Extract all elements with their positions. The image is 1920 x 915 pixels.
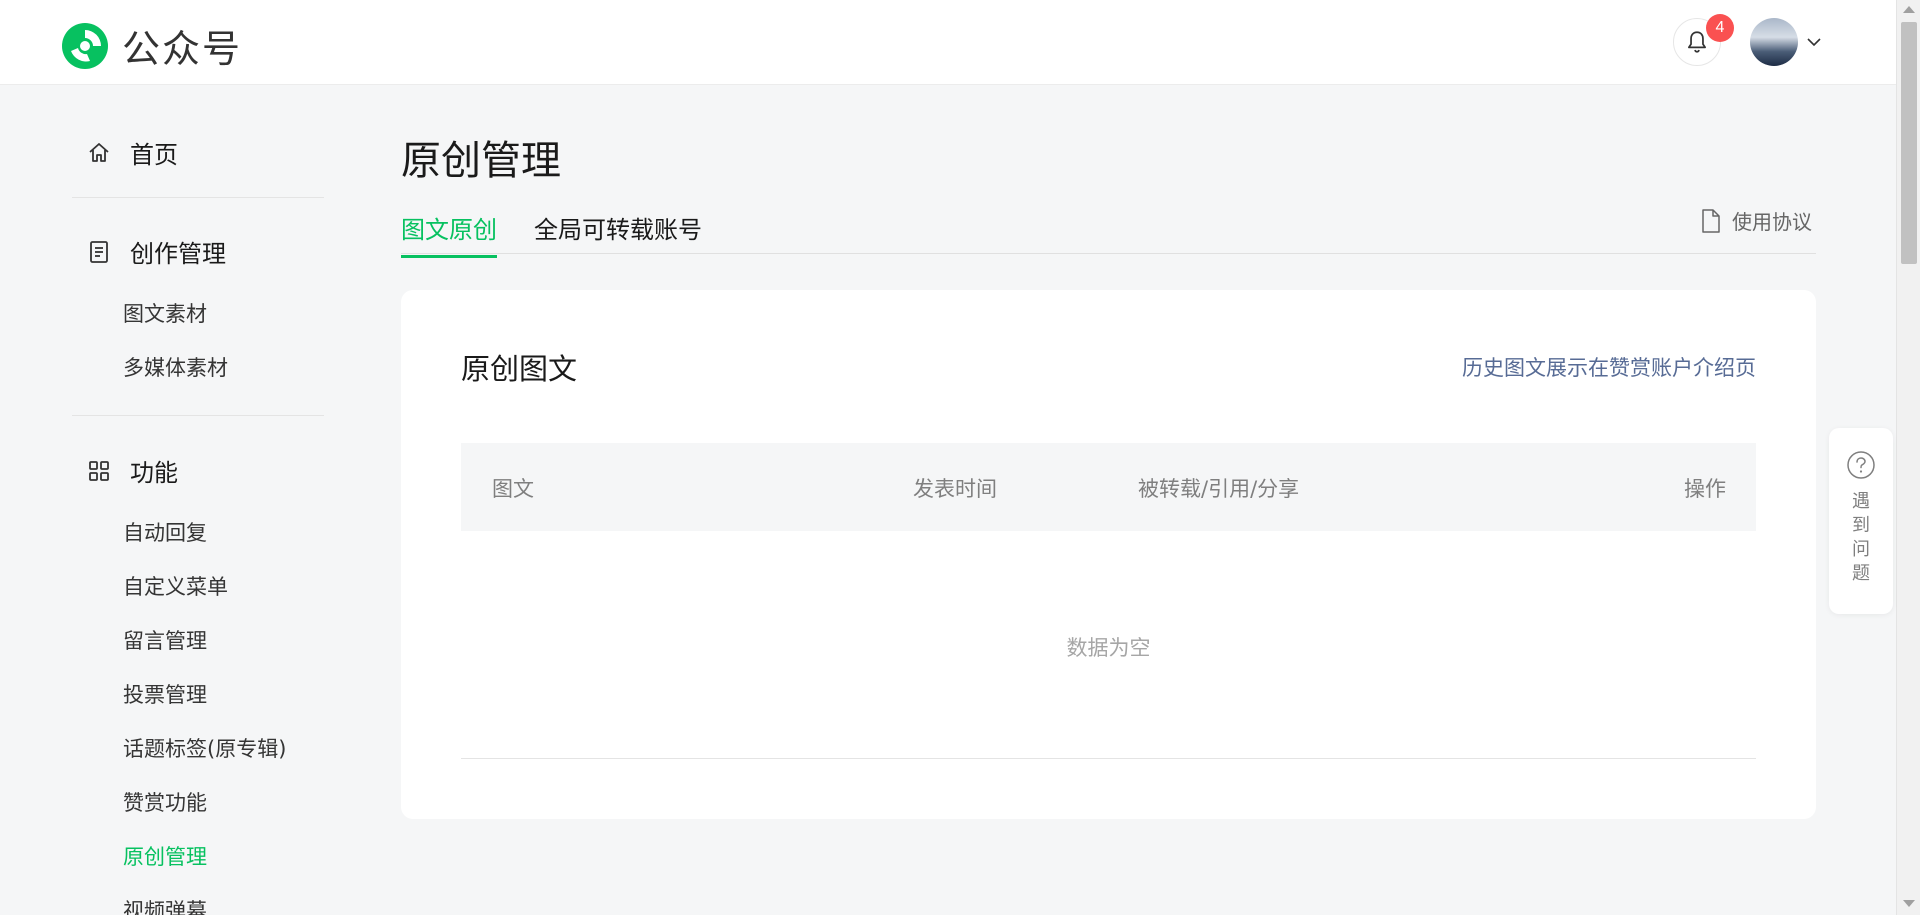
sidebar-item-label: 首页: [130, 141, 178, 169]
wechat-official-logo-icon: [62, 22, 108, 69]
sidebar-item-media-material[interactable]: 多媒体素材: [123, 352, 228, 382]
chevron-down-icon[interactable]: [1805, 33, 1823, 51]
column-header-publish-time: 发表时间: [913, 477, 997, 501]
column-header-actions: 操作: [1684, 477, 1726, 501]
sidebar-item-topic-tags[interactable]: 话题标签(原专辑): [123, 733, 286, 763]
history-reward-link[interactable]: 历史图文展示在赞赏账户介绍页: [1462, 352, 1756, 382]
sidebar-item-votes[interactable]: 投票管理: [123, 679, 207, 709]
sidebar-item-article-material[interactable]: 图文素材: [123, 298, 207, 328]
scrollbar[interactable]: [1896, 0, 1920, 915]
usage-agreement-link[interactable]: 使用协议: [1700, 206, 1812, 235]
grid-icon: [89, 460, 109, 481]
scroll-down-arrow-icon[interactable]: [1903, 900, 1915, 907]
divider: [72, 415, 324, 416]
sidebar-item-auto-reply[interactable]: 自动回复: [123, 517, 207, 547]
original-articles-card: 原创图文 历史图文展示在赞赏账户介绍页 图文 发表时间 被转载/引用/分享 操作…: [401, 290, 1816, 819]
logo-text: 公众号: [122, 27, 243, 71]
help-label: 遇到问题: [1852, 491, 1870, 584]
tab-bar: 图文原创 全局可转载账号: [401, 210, 1816, 258]
top-bar: 公众号: [0, 0, 1896, 85]
sidebar-item-label: 创作管理: [130, 240, 226, 268]
divider: [461, 758, 1756, 759]
scroll-up-arrow-icon[interactable]: [1903, 6, 1915, 13]
column-header-article: 图文: [492, 477, 534, 501]
usage-agreement-label: 使用协议: [1732, 210, 1812, 234]
column-header-repost-stats: 被转载/引用/分享: [1138, 477, 1300, 501]
sidebar-item-features[interactable]: 功能: [86, 453, 178, 488]
sidebar-item-label: 功能: [130, 459, 178, 487]
tab-global-repost-accounts[interactable]: 全局可转载账号: [534, 210, 702, 255]
card-title: 原创图文: [461, 352, 578, 386]
sidebar-item-comments[interactable]: 留言管理: [123, 625, 207, 655]
help-float-button[interactable]: 遇到问题: [1829, 428, 1893, 614]
sidebar-item-video-danmaku[interactable]: 视频弹幕: [123, 895, 207, 915]
sidebar-item-home[interactable]: 首页: [86, 135, 178, 170]
page-title: 原创管理: [401, 138, 561, 184]
avatar[interactable]: [1750, 18, 1798, 66]
sidebar-item-custom-menu[interactable]: 自定义菜单: [123, 571, 228, 601]
sidebar-item-reward[interactable]: 赞赏功能: [123, 787, 207, 817]
sidebar-item-original[interactable]: 原创管理: [123, 841, 207, 871]
file-icon: [1702, 208, 1720, 233]
empty-state: 数据为空: [1066, 636, 1151, 660]
table-header: 图文 发表时间 被转载/引用/分享 操作: [461, 443, 1756, 531]
divider: [72, 197, 324, 198]
home-icon: [89, 142, 109, 162]
question-mark-icon: [1847, 451, 1875, 479]
tab-article-original[interactable]: 图文原创: [401, 210, 497, 258]
scroll-thumb[interactable]: [1901, 22, 1917, 264]
notification-badge: 4: [1706, 14, 1734, 42]
document-icon: [90, 240, 108, 263]
sidebar-item-creation[interactable]: 创作管理: [86, 234, 226, 269]
logo[interactable]: 公众号: [60, 18, 242, 73]
